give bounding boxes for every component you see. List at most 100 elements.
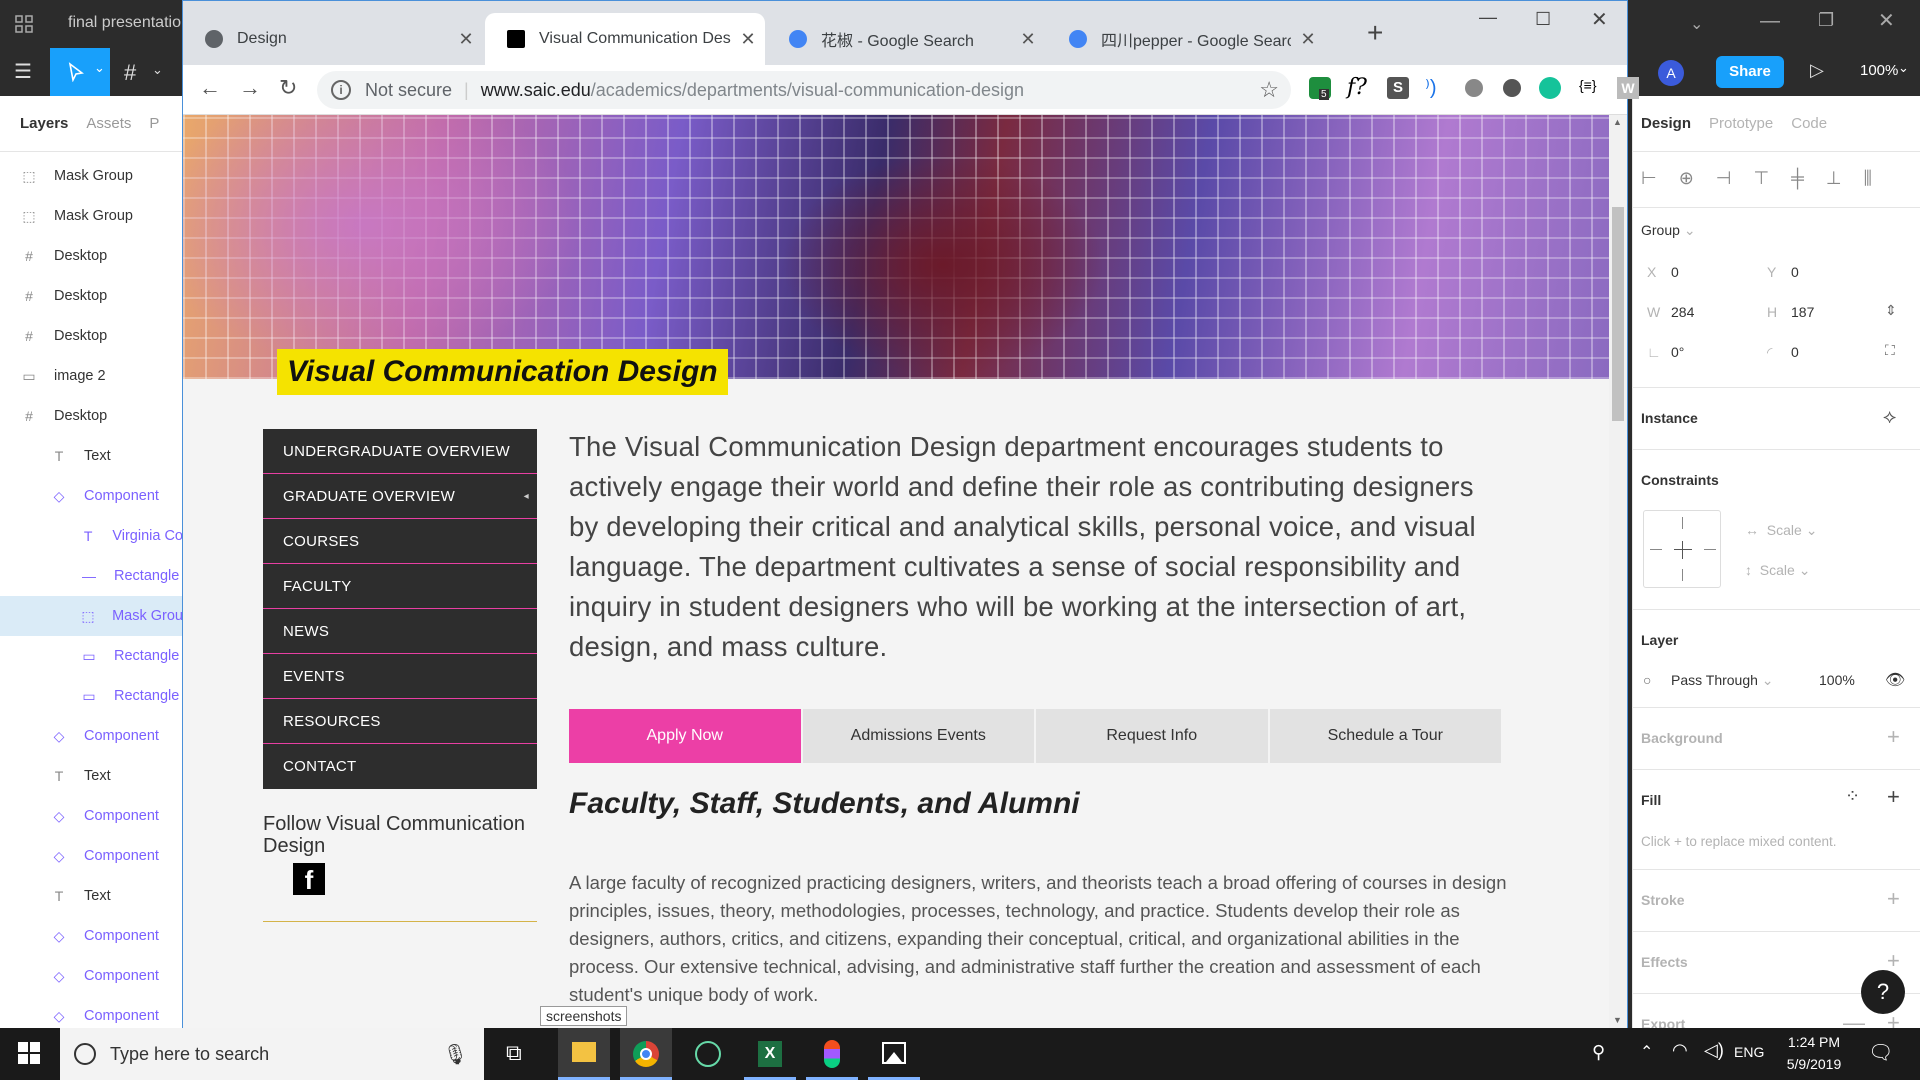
scroll-down-icon[interactable]: ▼ <box>1613 1015 1622 1025</box>
layer-row[interactable]: ◇ Component <box>0 836 183 876</box>
rotation-input[interactable]: 0° <box>1671 344 1684 360</box>
layer-row[interactable]: ▭ Rectangle <box>0 636 183 676</box>
extension-icon[interactable] <box>1465 79 1483 97</box>
nav-faculty[interactable]: FACULTY <box>263 564 537 609</box>
people-icon[interactable]: ⚲ <box>1592 1042 1605 1063</box>
h-input[interactable]: 187 <box>1791 304 1814 320</box>
radius-input[interactable]: 0 <box>1791 344 1799 360</box>
horizontal-constraint-select[interactable]: ↔ Scale ⌄ <box>1745 522 1817 539</box>
move-tool-button[interactable]: ⌄ <box>50 48 110 96</box>
maximize-icon[interactable]: ☐ <box>1535 9 1551 30</box>
layer-row[interactable]: ◇ Component <box>0 916 183 956</box>
nav-undergraduate-overview[interactable]: UNDERGRADUATE OVERVIEW <box>263 429 537 474</box>
tab-google-search-2[interactable]: 四川pepper - Google Search ✕ <box>1047 13 1325 65</box>
zoom-level[interactable]: 100% <box>1860 62 1898 79</box>
nav-events[interactable]: EVENTS <box>263 654 537 699</box>
constraints-widget[interactable] <box>1643 510 1721 588</box>
component-icon[interactable]: ⟡ <box>1883 406 1896 429</box>
layer-row[interactable]: ▭ Rectangle <box>0 676 183 716</box>
close-window-icon[interactable]: ✕ <box>1591 7 1608 32</box>
layer-row[interactable]: ◇ Component <box>0 796 183 836</box>
help-button[interactable]: ? <box>1861 970 1905 1014</box>
photos-icon[interactable] <box>868 1028 920 1080</box>
layer-row[interactable]: # Desktop <box>0 316 183 356</box>
nav-news[interactable]: NEWS <box>263 609 537 654</box>
menu-icon[interactable]: ☰ <box>14 62 34 82</box>
share-button[interactable]: Share <box>1716 56 1784 88</box>
close-tab-icon[interactable]: ✕ <box>1011 29 1045 50</box>
chevron-down-icon[interactable]: ⌄ <box>1898 60 1909 76</box>
layer-row[interactable]: ◇ Component <box>0 716 183 756</box>
apply-now-button[interactable]: Apply Now <box>569 709 801 763</box>
tab-layers[interactable]: Layers <box>20 115 68 132</box>
figma-icon[interactable] <box>806 1028 858 1080</box>
nav-resources[interactable]: RESOURCES <box>263 699 537 744</box>
volume-icon[interactable]: ◁) <box>1704 1040 1724 1061</box>
chevron-up-icon[interactable]: ⌃ <box>1640 1042 1653 1062</box>
extension-shield-icon[interactable]: 5 <box>1309 77 1331 100</box>
formula-extension-icon[interactable]: f? <box>1347 75 1367 100</box>
play-icon[interactable]: ▷ <box>1810 60 1824 81</box>
bookmark-star-icon[interactable]: ☆ <box>1259 77 1279 103</box>
layer-row[interactable]: T Text <box>0 436 183 476</box>
x-input[interactable]: 0 <box>1671 264 1679 280</box>
align-top-icon[interactable]: ⊤ <box>1753 168 1769 189</box>
align-bottom-icon[interactable]: ⊥ <box>1826 168 1842 189</box>
add-icon[interactable]: + <box>1887 724 1900 750</box>
tab-google-search-1[interactable]: 花椒 - Google Search ✕ <box>767 13 1045 65</box>
back-icon[interactable]: ← <box>199 75 221 101</box>
file-title[interactable]: final presentation <box>68 14 184 32</box>
omnibox[interactable]: i Not secure | www.saic.edu/academics/de… <box>317 71 1291 109</box>
tab-pages[interactable]: P <box>149 115 159 132</box>
task-view-icon[interactable]: ⧉ <box>506 1040 522 1066</box>
add-stroke-icon[interactable]: + <box>1887 886 1900 912</box>
audio-extension-icon[interactable]: ⁾) <box>1425 75 1437 100</box>
nav-graduate-overview[interactable]: GRADUATE OVERVIEW ◂ <box>263 474 537 519</box>
microphone-icon[interactable]: 🎙 <box>443 1042 468 1067</box>
s-extension-icon[interactable]: S <box>1387 77 1409 99</box>
clock-date[interactable]: 5/9/2019 <box>1782 1056 1846 1072</box>
scrollbar[interactable]: ▲ ▼ <box>1609 115 1627 1029</box>
clock-time[interactable]: 1:24 PM <box>1782 1034 1846 1050</box>
group-label[interactable]: Group ⌄ <box>1641 222 1696 239</box>
scroll-up-icon[interactable]: ▲ <box>1613 117 1622 127</box>
w-input[interactable]: 284 <box>1671 304 1694 320</box>
minimize-icon[interactable]: — <box>1479 7 1497 28</box>
layer-row[interactable]: T Text <box>0 756 183 796</box>
eye-icon[interactable]: 👁 <box>1885 670 1905 690</box>
extension-icon[interactable] <box>1503 79 1521 97</box>
layer-row[interactable]: ⬚ Mask Group <box>0 156 183 196</box>
taskbar-search[interactable]: Type here to search 🎙 <box>60 1028 484 1080</box>
grammarly-icon[interactable] <box>1539 77 1561 99</box>
close-icon[interactable]: ✕ <box>1878 8 1895 33</box>
tab-visual-communication-design[interactable]: Visual Communication Design | ✕ <box>485 13 765 65</box>
independent-corners-icon[interactable]: ⛶ <box>1885 342 1895 359</box>
layer-row[interactable]: T Text <box>0 876 183 916</box>
windows-start-icon[interactable] <box>18 1042 40 1064</box>
language-indicator[interactable]: ENG <box>1734 1044 1764 1060</box>
file-explorer-icon[interactable] <box>558 1028 610 1080</box>
chrome-icon[interactable] <box>620 1028 672 1080</box>
json-extension-icon[interactable]: {≡} <box>1579 77 1597 93</box>
align-middle-icon[interactable]: ╪ <box>1791 168 1804 189</box>
chevron-down-icon[interactable]: ⌄ <box>152 62 163 78</box>
facebook-icon[interactable]: f <box>293 863 325 895</box>
wifi-icon[interactable]: ◠ <box>1672 1040 1688 1061</box>
layer-row[interactable]: — Rectangle <box>0 556 183 596</box>
tab-code[interactable]: Code <box>1791 115 1827 132</box>
add-fill-icon[interactable]: + <box>1887 784 1900 810</box>
w-extension-icon[interactable]: W <box>1617 77 1639 99</box>
minimize-icon[interactable]: — <box>1760 10 1780 33</box>
layer-row[interactable]: ◇ Component <box>0 956 183 996</box>
layer-row[interactable]: ◇ Component <box>0 476 183 516</box>
tab-prototype[interactable]: Prototype <box>1709 115 1773 132</box>
close-tab-icon[interactable]: ✕ <box>731 29 765 50</box>
blend-mode-select[interactable]: Pass Through ⌄ <box>1671 672 1774 689</box>
atom-app-icon[interactable] <box>682 1028 734 1080</box>
layer-row[interactable]: T Virginia Co <box>0 516 183 556</box>
excel-icon[interactable]: X <box>744 1028 796 1080</box>
chevron-down-icon[interactable]: ⌄ <box>1690 14 1703 34</box>
reload-icon[interactable]: ↻ <box>279 75 297 101</box>
tab-design[interactable]: Design <box>1641 115 1691 132</box>
avatar[interactable]: A <box>1658 60 1684 86</box>
